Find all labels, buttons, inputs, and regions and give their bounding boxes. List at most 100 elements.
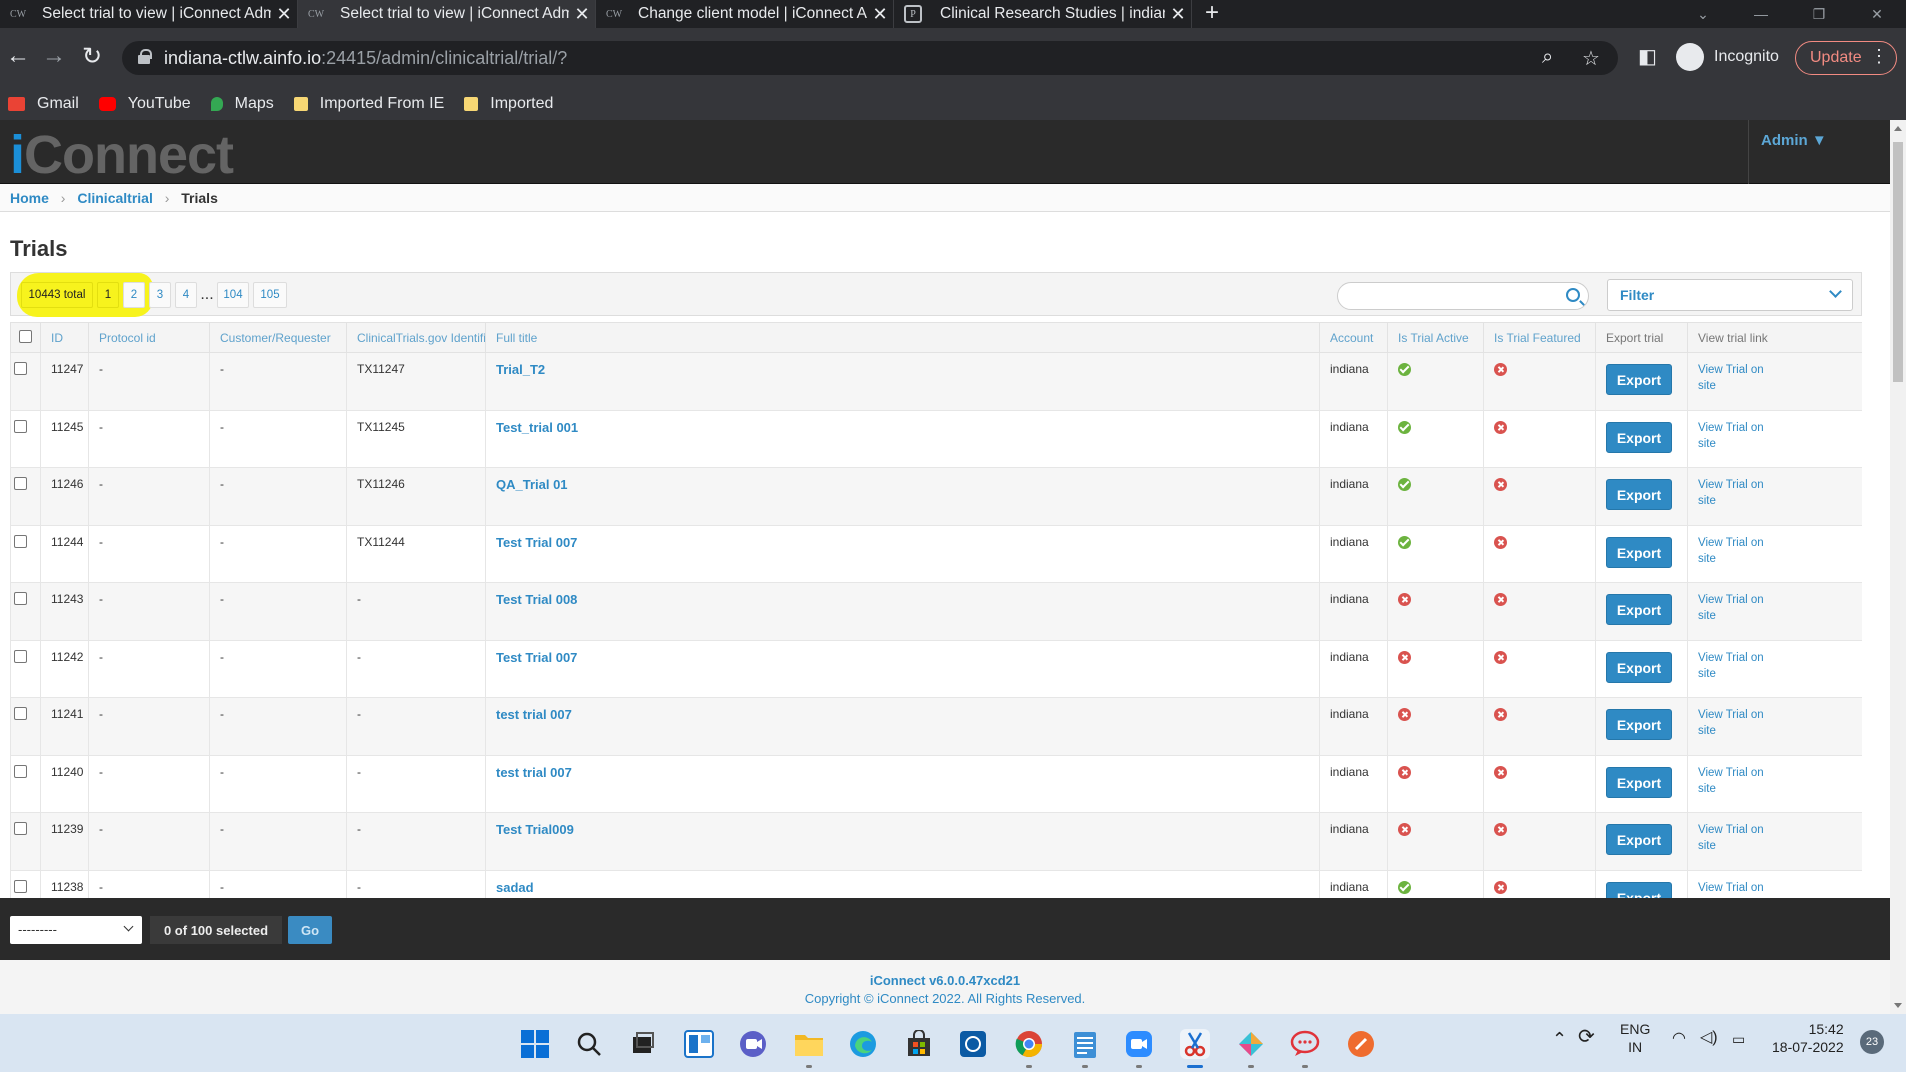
view-trial-link[interactable]: View Trial onsite <box>1698 537 1764 565</box>
notification-badge[interactable]: 23 <box>1860 1030 1884 1054</box>
zoom-app-icon[interactable] <box>1124 1029 1154 1068</box>
export-button[interactable]: Export <box>1606 479 1672 510</box>
page-link-4[interactable]: 4 <box>175 282 197 308</box>
close-tab-icon[interactable]: ✕ <box>271 4 297 25</box>
volume-icon[interactable]: ◁) <box>1700 1029 1718 1047</box>
store-icon[interactable] <box>904 1029 934 1059</box>
page-link-105[interactable]: 105 <box>253 282 287 308</box>
row-checkbox[interactable] <box>14 764 27 778</box>
back-icon[interactable]: ← <box>6 42 30 70</box>
col-account[interactable]: Account <box>1319 322 1388 353</box>
address-bar[interactable]: indiana-ctlw.ainfo.io:24415/admin/clinic… <box>122 41 1618 75</box>
row-checkbox[interactable] <box>14 592 27 605</box>
search-input[interactable] <box>1337 282 1589 310</box>
export-button[interactable]: Export <box>1606 536 1672 568</box>
view-trial-link[interactable]: View Trial onsite <box>1698 882 1764 899</box>
col-customer[interactable]: Customer/Requester <box>209 322 347 353</box>
scroll-up-icon[interactable] <box>1894 126 1902 131</box>
export-button[interactable]: Export <box>1606 709 1672 740</box>
breadcrumb-home[interactable]: Home <box>10 190 49 206</box>
cell-id[interactable]: 11243 <box>40 582 89 641</box>
col-id[interactable]: ID <box>40 322 89 353</box>
select-all-checkbox[interactable] <box>19 329 32 343</box>
clock[interactable]: 15:42 18-07-2022 <box>1772 1020 1844 1056</box>
page-link-1[interactable]: 1 <box>97 282 119 308</box>
menu-dots-icon[interactable]: ⋮ <box>1870 46 1888 67</box>
widgets-icon[interactable] <box>684 1029 714 1059</box>
view-trial-link[interactable]: View Trial onsite <box>1698 479 1764 507</box>
restore-icon[interactable]: ❐ <box>1790 0 1848 28</box>
dell-icon[interactable] <box>958 1029 988 1059</box>
col-is-featured[interactable]: Is Trial Featured <box>1483 322 1596 353</box>
browser-tab[interactable]: P Clinical Research Studies | indiana ✕ <box>894 0 1192 28</box>
page-link-2[interactable]: 2 <box>123 282 145 308</box>
paint-icon[interactable] <box>1236 1029 1266 1068</box>
row-checkbox[interactable] <box>14 419 27 433</box>
cell-id[interactable]: 11244 <box>40 525 89 583</box>
incognito-indicator[interactable]: Incognito <box>1676 39 1779 75</box>
tab-search-icon[interactable]: ⌄ <box>1674 0 1732 28</box>
col-protocol-id[interactable]: Protocol id <box>88 322 210 353</box>
row-checkbox[interactable] <box>14 822 27 835</box>
trial-title-link[interactable]: sadad <box>496 880 534 895</box>
trial-title-link[interactable]: test trial 007 <box>496 707 572 722</box>
row-checkbox[interactable] <box>14 649 27 663</box>
view-trial-link[interactable]: View Trial onsite <box>1698 824 1764 852</box>
export-button[interactable]: Export <box>1606 651 1672 683</box>
task-view-icon[interactable] <box>628 1029 658 1059</box>
close-tab-icon[interactable]: ✕ <box>1165 4 1191 25</box>
scrollbar-thumb[interactable] <box>1893 142 1903 382</box>
bookmark-maps[interactable]: Maps <box>210 95 274 113</box>
close-tab-icon[interactable]: ✕ <box>867 4 893 25</box>
postman-icon[interactable] <box>1346 1029 1376 1059</box>
view-trial-link[interactable]: View Trial onsite <box>1698 594 1764 622</box>
iconnect-logo[interactable]: iConnect <box>10 124 234 186</box>
cell-id[interactable]: 11247 <box>40 352 89 411</box>
page-link-104[interactable]: 104 <box>217 282 249 308</box>
trial-title-link[interactable]: Test Trial 008 <box>496 592 577 607</box>
browser-tab[interactable]: CW Change client model | iConnect A ✕ <box>596 0 894 28</box>
browser-tab[interactable]: CW Select trial to view | iConnect Adm ✕ <box>0 0 298 28</box>
reload-icon[interactable]: ↻ <box>82 42 102 71</box>
export-button[interactable]: Export <box>1606 824 1672 855</box>
cell-id[interactable]: 11241 <box>40 697 89 756</box>
view-trial-link[interactable]: View Trial onsite <box>1698 709 1764 737</box>
action-select[interactable]: --------- <box>10 916 142 944</box>
view-trial-link[interactable]: View Trial onsite <box>1698 422 1764 450</box>
close-tab-icon[interactable]: ✕ <box>569 4 595 25</box>
trial-title-link[interactable]: Test Trial 007 <box>496 535 577 550</box>
language-indicator[interactable]: ENG IN <box>1620 1020 1650 1056</box>
chat-icon[interactable] <box>738 1029 768 1059</box>
row-checkbox[interactable] <box>14 477 27 490</box>
trial-title-link[interactable]: Trial_T2 <box>496 362 545 377</box>
scroll-down-icon[interactable] <box>1894 1003 1902 1008</box>
trial-title-link[interactable]: Test Trial009 <box>496 822 574 837</box>
minimize-icon[interactable]: — <box>1732 0 1790 28</box>
row-checkbox[interactable] <box>14 534 27 548</box>
trial-title-link[interactable]: QA_Trial 01 <box>496 477 568 492</box>
new-tab-button[interactable]: + <box>1192 0 1232 28</box>
tray-overflow-icon[interactable]: ⌃ <box>1552 1030 1567 1048</box>
trial-title-link[interactable]: Test Trial 007 <box>496 650 577 665</box>
start-icon[interactable] <box>520 1029 550 1059</box>
trial-title-link[interactable]: Test_trial 001 <box>496 420 578 435</box>
search-icon[interactable] <box>1566 288 1580 302</box>
browser-tab-active[interactable]: CW Select trial to view | iConnect Adm ✕ <box>298 0 596 28</box>
zoom-icon[interactable]: ⌕ <box>1542 46 1553 69</box>
row-checkbox[interactable] <box>14 362 27 375</box>
messaging-icon[interactable] <box>1290 1029 1320 1068</box>
export-button[interactable]: Export <box>1606 594 1672 625</box>
cell-id[interactable]: 11246 <box>40 467 89 526</box>
view-trial-link[interactable]: View Trial onsite <box>1698 767 1764 795</box>
col-ctgov-id[interactable]: ClinicalTrials.gov Identifier <box>346 322 486 353</box>
export-button[interactable]: Export <box>1606 766 1672 798</box>
bookmark-youtube[interactable]: YouTube <box>98 95 191 113</box>
col-is-active[interactable]: Is Trial Active <box>1387 322 1484 353</box>
file-explorer-icon[interactable] <box>794 1029 824 1068</box>
view-trial-link[interactable]: View Trial onsite <box>1698 364 1764 392</box>
wifi-icon[interactable]: ◠ <box>1672 1030 1686 1048</box>
search-icon[interactable] <box>574 1029 604 1059</box>
notepad-icon[interactable] <box>1070 1029 1100 1068</box>
page-scrollbar[interactable] <box>1890 120 1906 1014</box>
cell-id[interactable]: 11245 <box>40 410 89 468</box>
